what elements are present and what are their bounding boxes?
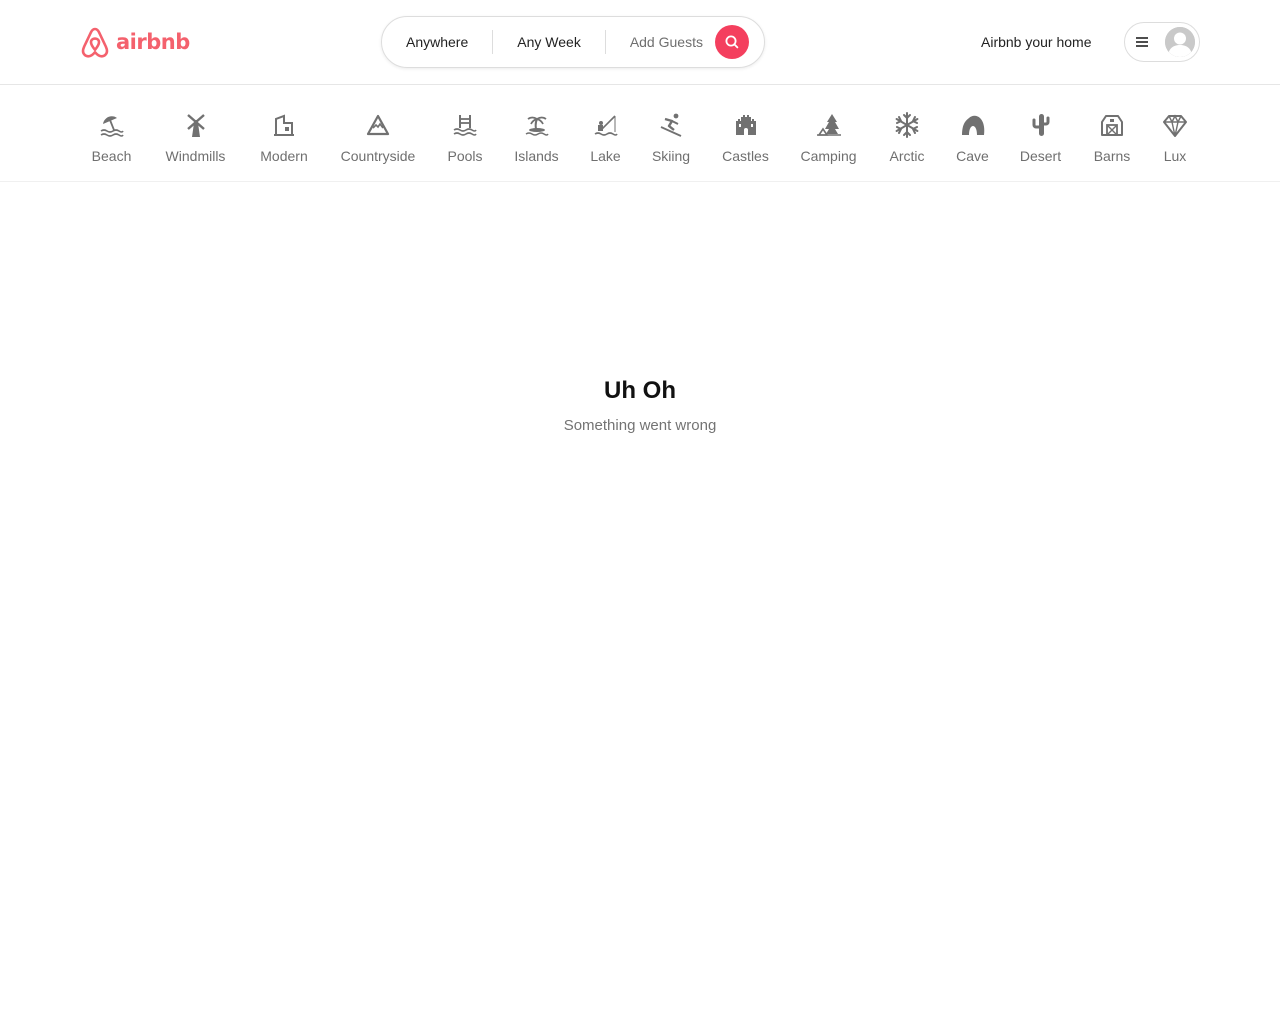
- category-windmills[interactable]: Windmills: [163, 111, 228, 167]
- snowflake-icon: [895, 112, 919, 138]
- modern-building-icon: [274, 114, 294, 136]
- category-cave[interactable]: Cave: [956, 111, 989, 167]
- category-arctic[interactable]: Arctic: [888, 111, 926, 167]
- category-label: Desert: [1019, 148, 1062, 164]
- error-subtitle: Something went wrong: [563, 417, 717, 434]
- search-location[interactable]: Anywhere: [390, 30, 492, 54]
- category-bar: Beach Windmills Modern Countryside Pools…: [0, 85, 1280, 182]
- category-label: Arctic: [889, 148, 925, 164]
- category-label: Countryside: [340, 148, 416, 164]
- category-pools[interactable]: Pools: [447, 111, 483, 167]
- category-label: Camping: [800, 148, 857, 164]
- diamond-icon: [1163, 114, 1187, 137]
- category-countryside[interactable]: Countryside: [340, 111, 416, 167]
- airbnb-belo-icon: [81, 27, 109, 58]
- category-label: Skiing: [651, 148, 691, 164]
- castle-icon: [735, 115, 756, 135]
- category-label: Castles: [722, 148, 769, 164]
- pool-icon: [453, 115, 477, 136]
- search-button[interactable]: [714, 25, 749, 59]
- beach-umbrella-icon: [100, 116, 124, 137]
- category-beach[interactable]: Beach: [92, 111, 131, 167]
- category-desert[interactable]: Desert: [1019, 111, 1062, 167]
- avatar: [1165, 27, 1195, 57]
- category-modern[interactable]: Modern: [260, 111, 308, 167]
- user-menu-button[interactable]: [1124, 22, 1200, 62]
- hamburger-menu-icon: [1136, 37, 1148, 47]
- fishing-lake-icon: [594, 115, 618, 136]
- windmill-icon: [186, 114, 205, 137]
- user-avatar-icon: [1165, 27, 1195, 57]
- search-week[interactable]: Any Week: [492, 30, 605, 54]
- category-skiing[interactable]: Skiing: [652, 111, 690, 167]
- category-label: Lux: [1163, 148, 1187, 164]
- category-label: Windmills: [165, 148, 226, 164]
- category-label: Barns: [1093, 148, 1131, 164]
- category-label: Modern: [260, 148, 308, 164]
- search-guests[interactable]: Add Guests: [604, 30, 715, 54]
- category-label: Pools: [447, 148, 483, 164]
- search-icon: [725, 35, 739, 49]
- category-label: Lake: [590, 148, 621, 164]
- category-label: Beach: [91, 148, 132, 164]
- cactus-icon: [1032, 114, 1049, 136]
- airbnb-logo[interactable]: airbnb: [80, 25, 190, 59]
- error-state: Uh Oh Something went wrong: [0, 376, 1280, 437]
- skier-icon: [660, 113, 682, 137]
- category-islands[interactable]: Islands: [514, 111, 559, 167]
- category-label: Islands: [514, 148, 559, 164]
- category-lake[interactable]: Lake: [590, 111, 621, 167]
- category-label: Cave: [956, 148, 989, 164]
- category-camping[interactable]: Camping: [800, 111, 857, 167]
- mountain-icon: [366, 114, 390, 136]
- barn-icon: [1101, 115, 1123, 136]
- cave-icon: [961, 115, 984, 135]
- search-bar[interactable]: Anywhere Any Week Add Guests: [381, 16, 765, 68]
- category-castles[interactable]: Castles: [722, 111, 769, 167]
- top-navbar: airbnb Anywhere Any Week Add Guests Airb…: [0, 0, 1280, 85]
- airbnb-your-home-link[interactable]: Airbnb your home: [968, 30, 1105, 54]
- palm-island-icon: [525, 116, 549, 136]
- brand-name: airbnb: [116, 30, 190, 54]
- tent-tree-icon: [816, 114, 841, 136]
- category-barns[interactable]: Barns: [1093, 111, 1131, 167]
- error-title: Uh Oh: [604, 377, 676, 404]
- category-lux[interactable]: Lux: [1161, 111, 1189, 167]
